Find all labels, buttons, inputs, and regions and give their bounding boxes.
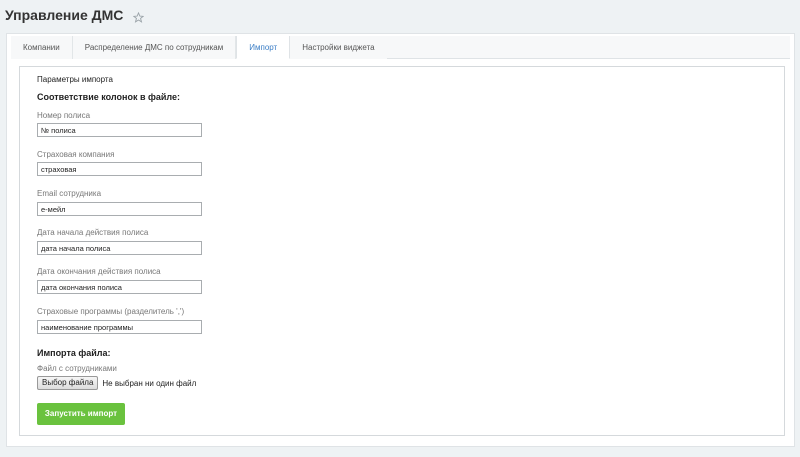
file-picker: Выбор файла Не выбран ни один файл — [37, 376, 196, 390]
content-card: Компании Распределение ДМС по сотрудника… — [6, 33, 795, 447]
insurance-company-label: Страховая компания — [37, 150, 115, 159]
tab-companies[interactable]: Компании — [11, 36, 73, 59]
tab-import[interactable]: Импорт — [236, 36, 291, 59]
policy-end-input[interactable] — [37, 280, 202, 294]
employees-file-label: Файл с сотрудниками — [37, 364, 117, 373]
import-params-caption: Параметры импорта — [37, 75, 113, 84]
file-import-heading: Импорта файла: — [37, 348, 111, 358]
tab-bar: Компании Распределение ДМС по сотрудника… — [11, 36, 790, 59]
page-title: Управление ДМС — [5, 7, 124, 23]
tab-widget-settings[interactable]: Настройки виджета — [290, 36, 387, 59]
page-header: Управление ДМС — [5, 5, 145, 25]
employee-email-input[interactable] — [37, 202, 202, 216]
policy-number-input[interactable] — [37, 123, 202, 137]
insurance-programs-input[interactable] — [37, 320, 202, 334]
policy-start-input[interactable] — [37, 241, 202, 255]
tab-bar-filler — [386, 36, 790, 58]
insurance-company-input[interactable] — [37, 162, 202, 176]
insurance-programs-label: Страховые программы (разделитель ',') — [37, 307, 185, 316]
policy-end-label: Дата окончания действия полиса — [37, 267, 161, 276]
columns-heading: Соответствие колонок в файле: — [37, 92, 180, 102]
file-status-text: Не выбран ни один файл — [102, 378, 197, 388]
policy-number-label: Номер полиса — [37, 111, 91, 120]
run-import-button[interactable]: Запустить импорт — [37, 403, 125, 425]
star-icon[interactable] — [133, 10, 145, 23]
tab-distribution[interactable]: Распределение ДМС по сотрудникам — [72, 36, 237, 59]
policy-start-label: Дата начала действия полиса — [37, 228, 149, 237]
import-panel: Параметры импорта Соответствие колонок в… — [19, 66, 785, 436]
employee-email-label: Email сотрудника — [37, 189, 102, 198]
choose-file-button[interactable]: Выбор файла — [37, 376, 99, 390]
